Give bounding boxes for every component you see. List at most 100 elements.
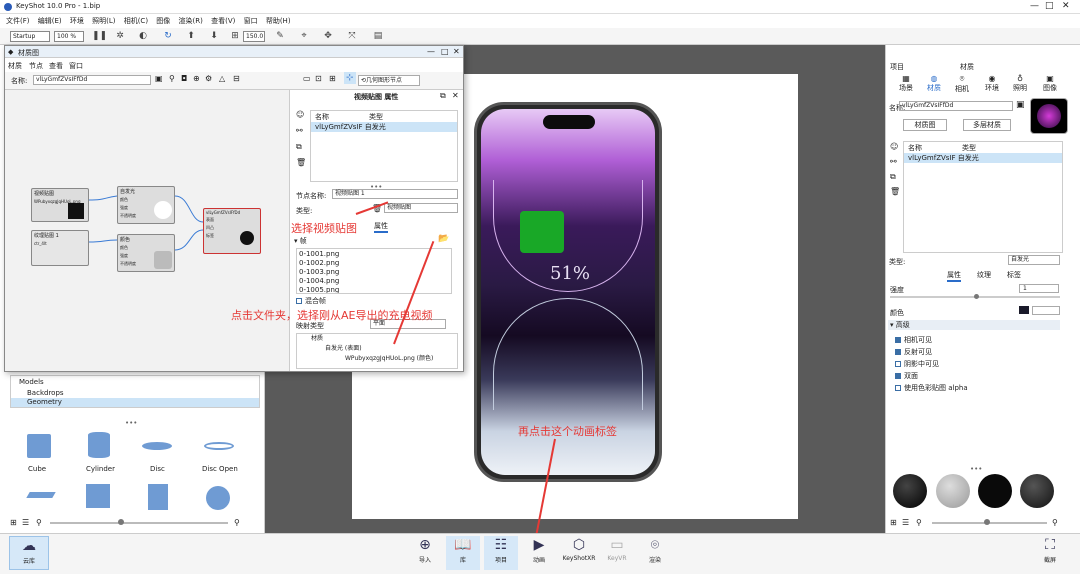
size-input[interactable]: 150.0 — [243, 31, 265, 42]
keyshotxr-button[interactable]: ⬡ KeyShotXR — [560, 536, 598, 570]
color-swatch[interactable] — [1019, 306, 1029, 314]
render-button[interactable]: ⌾ 渲染 — [638, 536, 672, 570]
dlg-save-icon[interactable]: ▣ — [155, 74, 163, 83]
tree-item-models[interactable]: Models — [11, 376, 259, 389]
dlg-triangle-icon[interactable]: △ — [219, 74, 225, 83]
tab-camera[interactable]: ⌾ 相机 — [948, 74, 976, 94]
minimize-icon[interactable]: — — [1030, 1, 1039, 11]
dlg-filter-icon[interactable]: ⚙ — [205, 74, 212, 83]
tree-texture[interactable]: WPubyxqzgJqHUoL.png (颜色) — [297, 354, 457, 364]
menu-view[interactable]: 查看(V) — [211, 14, 235, 28]
frames-section[interactable]: ▾ 帧 — [294, 236, 307, 246]
geometry-node-button[interactable]: ⟲几何图形节点 — [358, 75, 420, 86]
shape-disc[interactable] — [142, 442, 172, 450]
node-emissive[interactable]: 自发光 颜色 强度 不透明度 — [117, 186, 175, 224]
zoom-select[interactable]: 100 % — [54, 31, 84, 42]
menu-lighting[interactable]: 照明(L) — [92, 14, 115, 28]
tab-environment[interactable]: ◉ 环境 — [978, 74, 1006, 93]
props-tab-attr[interactable]: 属性 — [374, 221, 388, 233]
shape-disc-open[interactable] — [204, 442, 234, 450]
target-icon[interactable]: ⌖ — [298, 30, 310, 42]
tree-item-backdrops[interactable]: Backdrops — [11, 389, 259, 398]
rp-save-icon[interactable]: ▣ — [1016, 100, 1025, 110]
frame-item[interactable]: 0-1005.png — [299, 286, 449, 293]
rp-link-icon[interactable]: ⚯ — [890, 157, 897, 166]
thumb-black-metal[interactable] — [893, 474, 927, 508]
menu-camera[interactable]: 相机(C) — [124, 14, 148, 28]
dlg-connect-icon[interactable]: ⊹ — [344, 72, 356, 84]
material-graph-button[interactable]: 材质图 — [903, 119, 947, 131]
dlg-menu-view[interactable]: 查看 — [49, 61, 63, 71]
shape-plane[interactable] — [26, 492, 56, 498]
list-view-icon[interactable]: ☰ — [22, 518, 29, 527]
slider-handle[interactable] — [118, 519, 124, 525]
rp-grid-icon[interactable]: ⊞ — [890, 518, 897, 527]
check-box-2[interactable] — [895, 361, 901, 367]
tree-emissive[interactable]: 自发光 (表面) — [297, 344, 457, 354]
animation-button[interactable]: ▶ 动画 — [522, 536, 556, 570]
thumb-size-slider[interactable] — [50, 522, 228, 524]
menu-render[interactable]: 渲染(R) — [179, 14, 203, 28]
check-color-alpha[interactable]: 使用色彩贴图 alpha — [895, 382, 1055, 394]
color-input[interactable] — [1032, 306, 1060, 315]
transform-icon[interactable]: ⤧ — [346, 30, 358, 42]
rp-slider-handle[interactable] — [984, 519, 990, 525]
dialog-minimize-icon[interactable]: — — [427, 47, 435, 56]
layers-icon[interactable]: ▤ — [372, 30, 384, 42]
dlg-zoom-icon[interactable]: ⊞ — [329, 74, 336, 83]
dialog-close-icon[interactable]: ✕ — [453, 47, 460, 56]
rp-list-icon[interactable]: ☰ — [902, 518, 909, 527]
grid-view-icon[interactable]: ⊞ — [10, 518, 17, 527]
dlg-menu-material[interactable]: 材质 — [8, 61, 22, 71]
arrow-down-icon[interactable]: ⬇ — [208, 30, 220, 42]
advanced-section[interactable]: ▾ 高级 — [888, 320, 1060, 330]
rp-zoom-in-icon[interactable]: ⚲ — [1052, 518, 1058, 527]
dlg-add-icon[interactable]: ⊕ — [193, 74, 200, 83]
refresh-icon[interactable]: ↻ — [162, 30, 174, 42]
check-camera-visible[interactable]: 相机可见 — [895, 334, 1055, 346]
dlg-fit-icon[interactable]: ▭ — [303, 74, 311, 83]
tab-material[interactable]: ◍ 材质 — [920, 74, 948, 93]
dlg-node-icon[interactable]: ◘ — [181, 74, 187, 83]
intensity-handle[interactable] — [974, 294, 979, 299]
menu-edit[interactable]: 编辑(E) — [38, 14, 62, 28]
props-trash-icon[interactable]: 🗑 — [296, 158, 306, 167]
check-two-sided[interactable]: 双面 — [895, 370, 1055, 382]
check-box-4[interactable] — [895, 385, 901, 391]
tree-item-geometry[interactable]: Geometry — [11, 398, 259, 407]
menu-window[interactable]: 窗口 — [244, 14, 258, 28]
cloud-library-button[interactable]: ☁ 云库 — [9, 536, 49, 570]
dlg-layout-icon[interactable]: ⊟ — [233, 74, 240, 83]
frame-item[interactable]: 0-1003.png — [299, 268, 449, 277]
frame-item[interactable]: 0-1004.png — [299, 277, 449, 286]
dlg-search-icon[interactable]: ⚲ — [169, 74, 175, 83]
node-type-select[interactable]: 视频贴图 — [384, 203, 458, 213]
rp-list-item[interactable]: vlLyGmfZVsIF 自发光 — [904, 153, 1062, 163]
rp-duplicate-icon[interactable]: ⧉ — [890, 172, 896, 182]
props-close-icon[interactable]: ✕ — [452, 91, 459, 100]
node-video-map[interactable]: 视频贴图 WPubyxqzgJqHUoL.png — [31, 188, 89, 222]
dlg-name-input[interactable]: vlLyGmfZVsIFfDd — [33, 75, 151, 85]
dlg-menu-node[interactable]: 节点 — [29, 61, 43, 71]
close-icon[interactable]: ✕ — [1062, 1, 1070, 11]
node-color[interactable]: 颜色 颜色 强度 不透明度 — [117, 234, 175, 272]
shape-sphere[interactable] — [206, 486, 230, 510]
tab-scene[interactable]: ▦ 场景 — [892, 74, 920, 93]
shape-prism[interactable] — [148, 484, 168, 510]
intensity-input[interactable]: 1 — [1019, 284, 1059, 293]
props-duplicate-icon[interactable]: ⧉ — [296, 142, 302, 152]
import-button[interactable]: ⊕ 导入 — [408, 536, 442, 570]
keyvr-button[interactable]: ▭ KeyVR — [600, 536, 634, 570]
menu-environment[interactable]: 环境 — [70, 14, 84, 28]
rp-zoom-out-icon[interactable]: ⚲ — [916, 518, 922, 527]
props-link-icon[interactable]: ⚯ — [296, 126, 303, 135]
thumb-black[interactable] — [978, 474, 1012, 508]
tab-image[interactable]: ▣ 图像 — [1036, 74, 1064, 93]
check-box-1[interactable] — [895, 349, 901, 355]
workspace-select[interactable]: Startup — [10, 31, 50, 42]
menu-help[interactable]: 帮助(H) — [266, 14, 291, 28]
node-texture-map[interactable]: 纹理贴图 1 ctr_4lt — [31, 230, 89, 266]
rp-type-select[interactable]: 自发光 — [1008, 255, 1060, 265]
mix-checkbox[interactable] — [296, 298, 302, 304]
zoom-in-icon[interactable]: ⚲ — [234, 518, 240, 527]
